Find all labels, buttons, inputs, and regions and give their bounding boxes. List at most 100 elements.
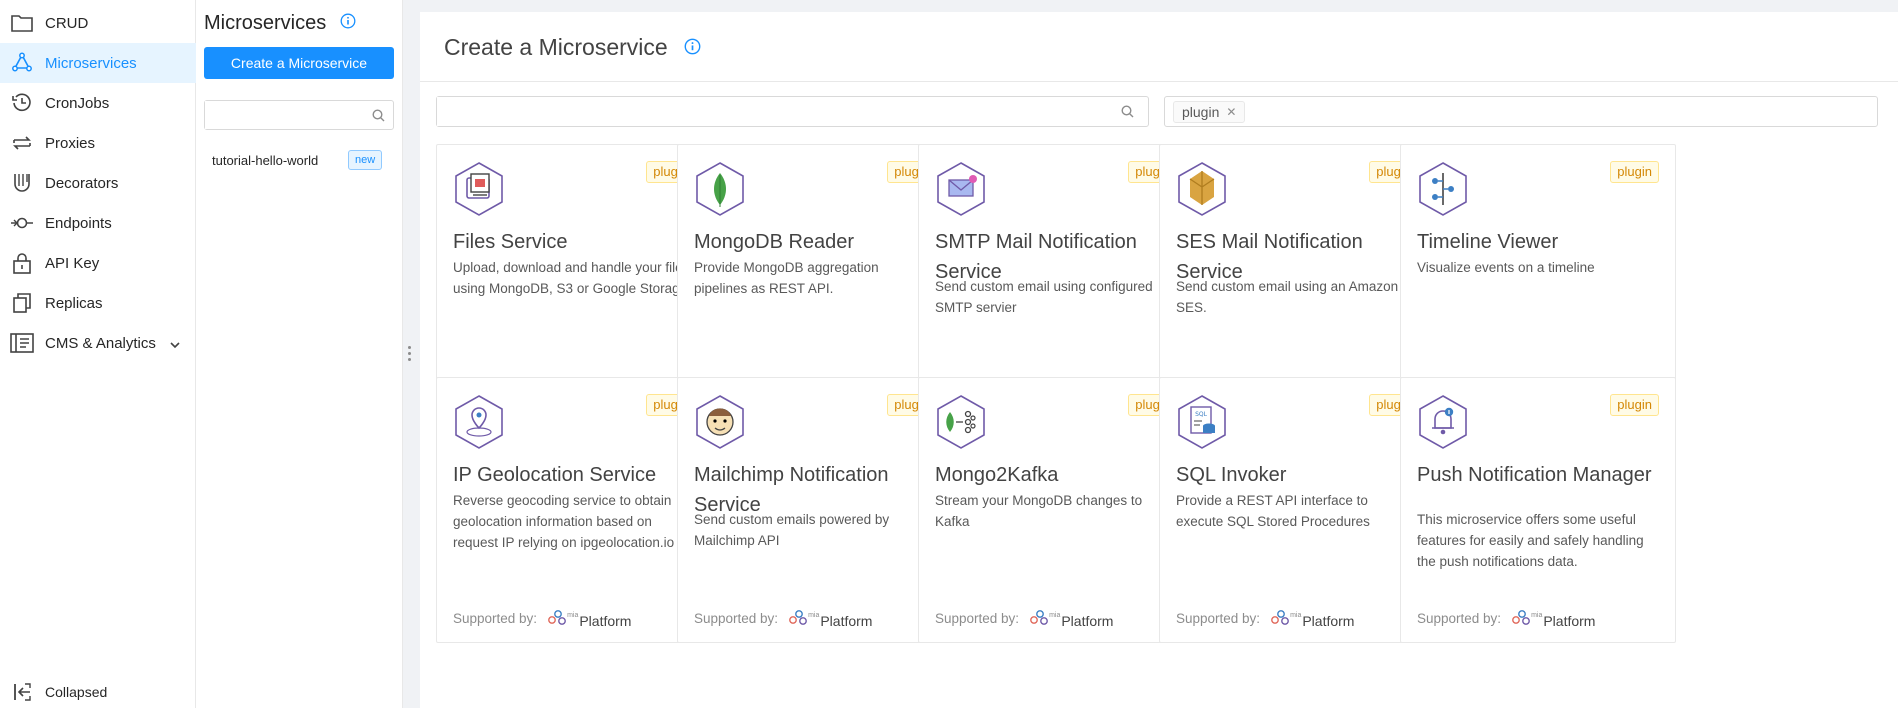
card-title: SQL Invoker (1176, 464, 1287, 486)
supported-by: Supported by: miaPlatform (1176, 608, 1354, 629)
close-icon[interactable]: ✕ (1226, 105, 1236, 119)
platform-label: Platform (1061, 613, 1114, 629)
collapse-button[interactable]: Collapsed (0, 672, 196, 708)
nav-item-label: Replicas (45, 294, 103, 312)
decorator-icon (10, 171, 34, 195)
card-description: Stream your MongoDB changes to Kafka (935, 493, 1143, 529)
card-description: Provide a REST API interface to execute … (1176, 493, 1370, 529)
panel-title-text: Microservices (204, 12, 327, 34)
supported-by: Supported by: miaPlatform (453, 608, 631, 629)
platform-logo-icon (788, 608, 810, 629)
main-content: Create a Microservice plugin ✕ plugin Fil… (420, 12, 1898, 708)
clock-icon (10, 91, 34, 115)
card-description: Send custom email using an Amazon SES. (1176, 279, 1399, 315)
nav-item-label: CRUD (45, 14, 89, 32)
nav-item-proxies[interactable]: Proxies (0, 123, 196, 163)
microservice-card[interactable]: plugin SES Mail Notification Service Send … (1159, 144, 1435, 410)
platform-label: Platform (820, 613, 873, 629)
panel-resize-handle[interactable] (408, 346, 412, 368)
nav-item-label: CronJobs (45, 94, 110, 112)
chevron-down-icon[interactable] (170, 336, 180, 353)
nav-item-api-key[interactable]: API Key (0, 243, 196, 283)
nav-item-label: CMS & Analytics (45, 334, 156, 352)
nav-item-decorators[interactable]: Decorators (0, 163, 196, 203)
mongodb-leaf-icon (696, 162, 744, 216)
bell-icon (1419, 395, 1467, 449)
supported-label: Supported by: (694, 611, 779, 626)
search-icon[interactable] (1121, 105, 1134, 123)
endpoint-icon (10, 211, 34, 235)
supported-label: Supported by: (1176, 611, 1261, 626)
card-description: Send custom emails powered by Mailchimp … (694, 512, 890, 548)
plugin-badge: plugin (1610, 394, 1659, 416)
supported-label: Supported by: (1417, 611, 1502, 626)
card-title: Mongo2Kafka (935, 464, 1059, 486)
platform-label: Platform (1543, 613, 1596, 629)
microservice-card[interactable]: plugin Mongo2Kafka Stream your MongoDB cha… (918, 377, 1194, 643)
platform-label: Platform (1302, 613, 1355, 629)
platform-logo-icon (547, 608, 569, 629)
create-microservice-button[interactable]: Create a Microservice (204, 47, 394, 79)
files-icon (455, 162, 503, 216)
nav-item-replicas[interactable]: Replicas (0, 283, 196, 323)
card-description: Provide MongoDB aggregation pipelines as… (694, 260, 879, 296)
hexagon-nodes-icon (10, 51, 34, 75)
timeline-icon (1419, 162, 1467, 216)
catalog-search-input[interactable] (437, 97, 1107, 126)
platform-sup: mia (567, 612, 579, 619)
nav-item-cms-analytics[interactable]: CMS & Analytics (0, 323, 196, 363)
panel-search (204, 100, 394, 130)
filter-tags-select[interactable]: plugin ✕ (1164, 96, 1878, 127)
card-title: MongoDB Reader (694, 231, 855, 253)
catalog-search (436, 96, 1149, 127)
microservice-card[interactable]: plugin Mailchimp Notification Service Send… (677, 377, 953, 643)
main-header: Create a Microservice (420, 12, 1898, 82)
nav-item-endpoints[interactable]: Endpoints (0, 203, 196, 243)
left-nav: CRUD Microservices CronJobs Proxies Deco… (0, 0, 196, 708)
platform-sup: mia (1531, 612, 1543, 619)
microservices-panel: Microservices Create a Microservice tuto… (196, 0, 403, 708)
page-title-text: Create a Microservice (444, 34, 668, 60)
panel-search-input[interactable] (205, 101, 365, 129)
microservice-card[interactable]: SQL plugin SQL Invoker Provide a REST API i… (1159, 377, 1435, 643)
search-icon[interactable] (372, 109, 385, 127)
list-item[interactable]: tutorial-hello-world new (196, 148, 403, 172)
platform-logo-icon (1511, 608, 1533, 629)
info-icon[interactable] (340, 12, 356, 35)
platform-sup: mia (1290, 612, 1302, 619)
supported-by: Supported by: miaPlatform (935, 608, 1113, 629)
mail-icon (937, 162, 985, 216)
platform-logo: miaPlatform (1029, 608, 1113, 629)
platform-sup: mia (808, 612, 820, 619)
swap-arrows-icon (10, 131, 34, 155)
supported-by: Supported by: miaPlatform (694, 608, 872, 629)
platform-logo-icon (1270, 608, 1292, 629)
plugin-badge: plugin (1610, 161, 1659, 183)
sql-icon: SQL (1178, 395, 1226, 449)
platform-logo: miaPlatform (788, 608, 872, 629)
platform-logo-icon (1029, 608, 1051, 629)
card-title: Files Service (453, 231, 568, 253)
card-title: IP Geolocation Service (453, 464, 657, 486)
platform-logo: miaPlatform (547, 608, 631, 629)
filter-tag: plugin ✕ (1173, 101, 1246, 123)
card-description: Visualize events on a timeline (1417, 260, 1595, 275)
microservice-card[interactable]: plugin Timeline Viewer Visualize events on… (1400, 144, 1676, 410)
microservice-card[interactable]: plugin MongoDB Reader Provide MongoDB aggr… (677, 144, 953, 410)
platform-logo: miaPlatform (1511, 608, 1595, 629)
nav-item-label: Decorators (45, 174, 119, 192)
nav-item-crud[interactable]: CRUD (0, 3, 196, 43)
microservice-card[interactable]: plugin IP Geolocation Service Reverse geoc… (436, 377, 712, 643)
microservice-card[interactable]: plugin Push Notification Manager This micr… (1400, 377, 1676, 643)
amazon-ses-icon (1178, 162, 1226, 216)
svg-text:SQL: SQL (1195, 411, 1208, 418)
info-icon[interactable] (684, 34, 701, 61)
platform-logo: miaPlatform (1270, 608, 1354, 629)
nav-item-label: Proxies (45, 134, 96, 152)
microservice-card[interactable]: plugin SMTP Mail Notification Service Send… (918, 144, 1194, 410)
nav-item-cronjobs[interactable]: CronJobs (0, 83, 196, 123)
collapse-label: Collapsed (45, 684, 108, 700)
nav-item-microservices[interactable]: Microservices (0, 43, 196, 83)
card-description: Reverse geocoding service to obtain geol… (453, 493, 675, 550)
microservice-card[interactable]: plugin Files Service Upload, download and … (436, 144, 712, 410)
